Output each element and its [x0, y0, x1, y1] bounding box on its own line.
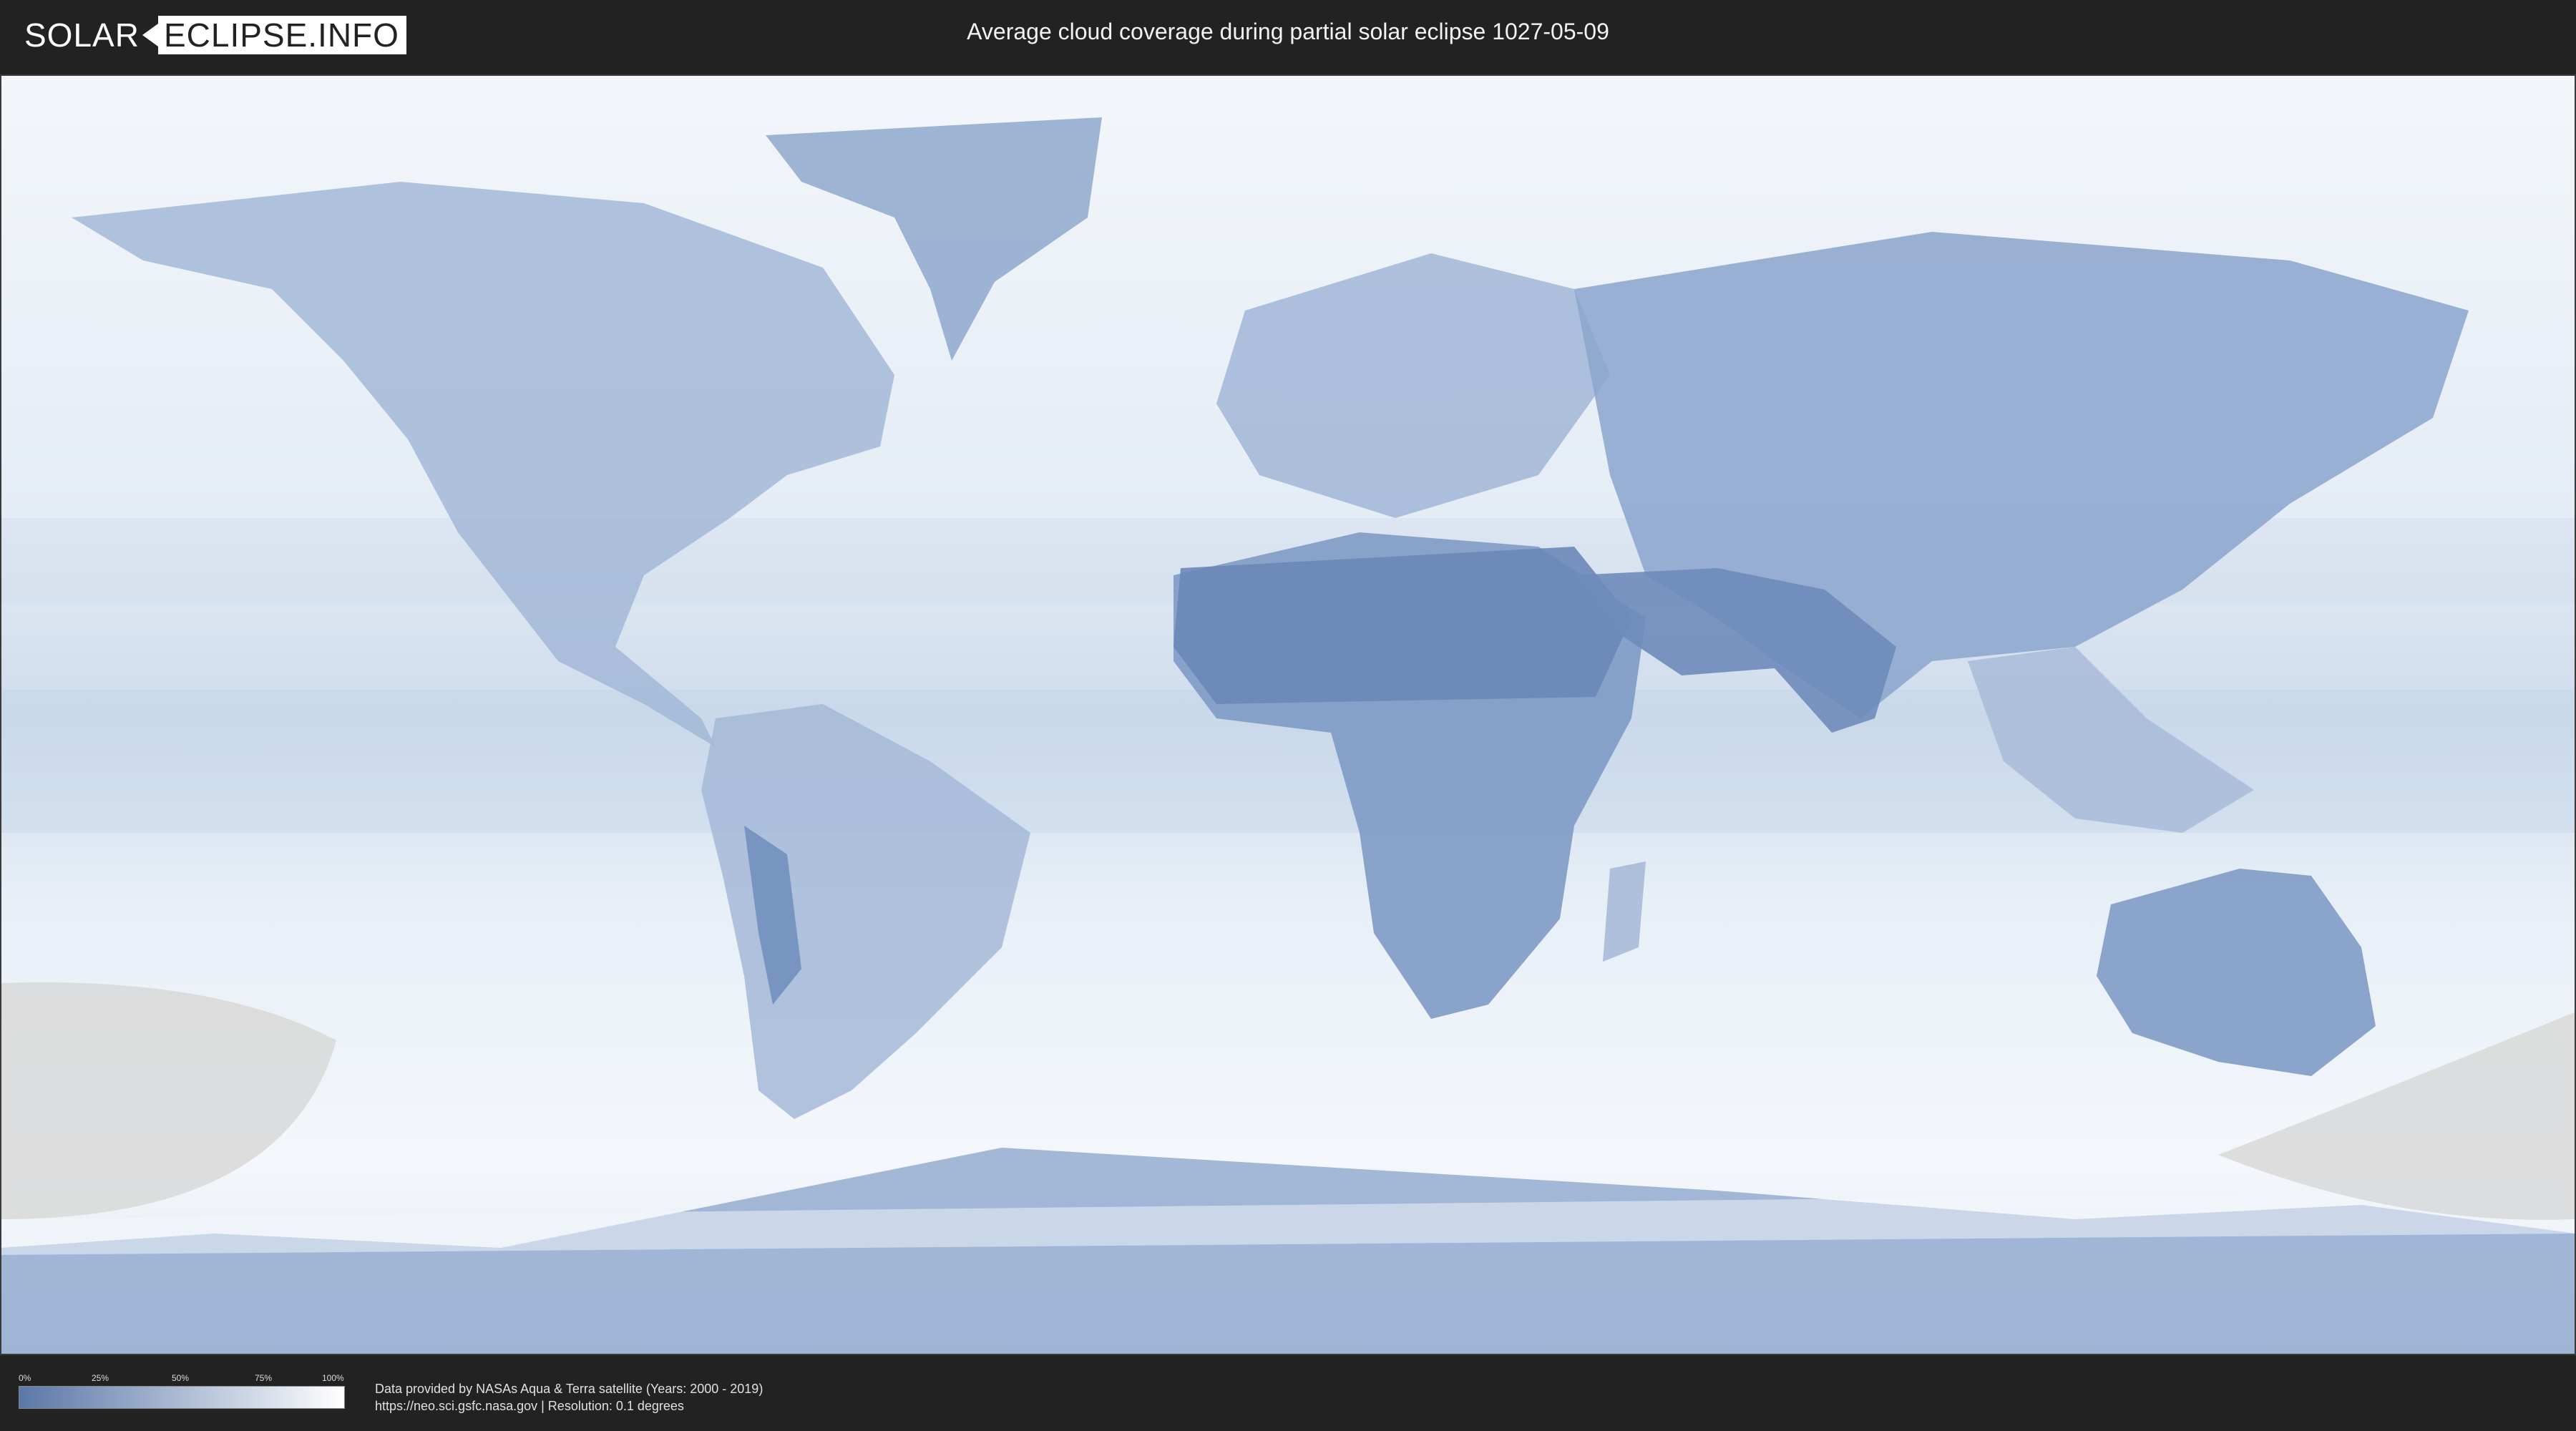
- legend-ticks: 0% 25% 50% 75% 100%: [19, 1372, 344, 1386]
- legend-tick-50: 50%: [172, 1373, 190, 1383]
- legend-tick-0: 0%: [19, 1373, 31, 1383]
- legend-gradient-bar: [19, 1386, 345, 1409]
- legend-tick-25: 25%: [92, 1373, 109, 1383]
- legend-tick-100: 100%: [322, 1373, 344, 1383]
- source-line[interactable]: https://neo.sci.gsfc.nasa.gov | Resoluti…: [375, 1397, 763, 1415]
- cloud-coverage-legend: 0% 25% 50% 75% 100%: [19, 1372, 345, 1409]
- credit-line: Data provided by NASAs Aqua & Terra sate…: [375, 1382, 763, 1396]
- legend-tick-75: 75%: [255, 1373, 273, 1383]
- landmass-sahara: [1174, 547, 1631, 704]
- world-map: [0, 74, 2576, 1355]
- footer: 0% 25% 50% 75% 100% Data provided by NAS…: [0, 1356, 2576, 1431]
- header: SOLAR ECLIPSE.INFO Average cloud coverag…: [0, 0, 2576, 72]
- cloud-coverage-map[interactable]: [0, 74, 2576, 1355]
- page-title: Average cloud coverage during partial so…: [967, 19, 1609, 44]
- data-credits: Data provided by NASAs Aqua & Terra sate…: [375, 1380, 763, 1415]
